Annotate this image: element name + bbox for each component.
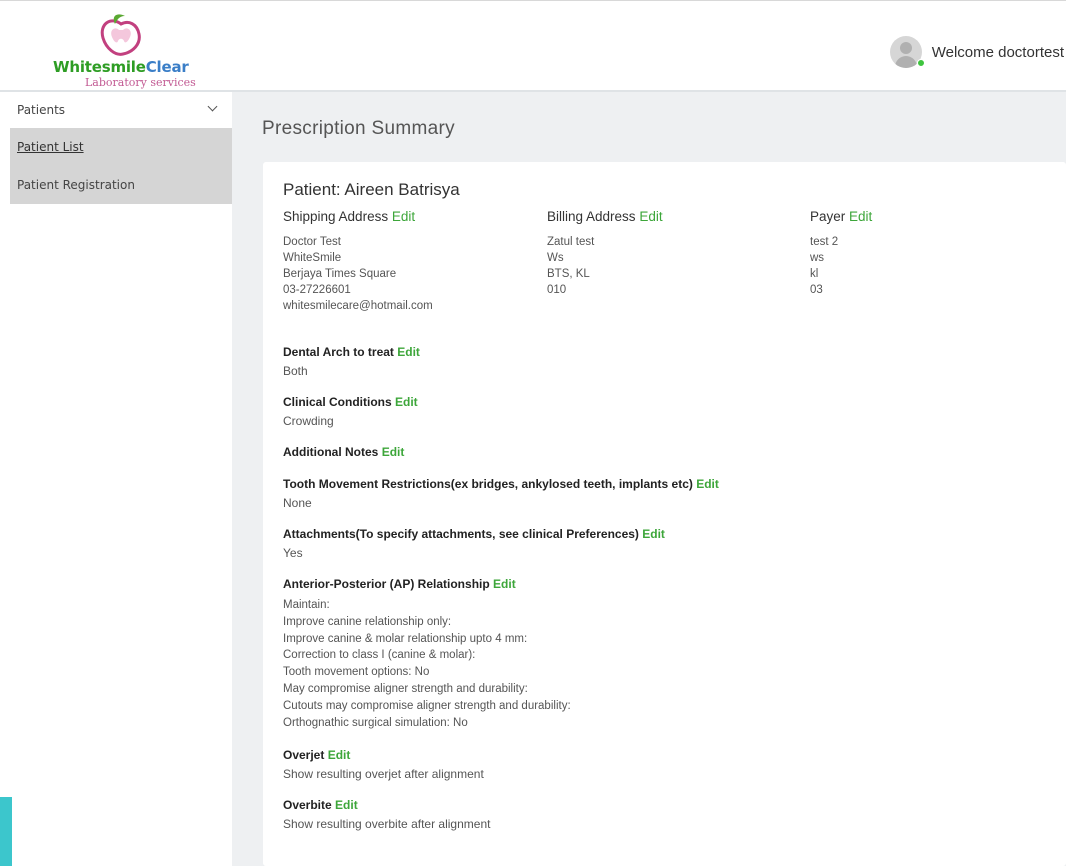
app-header: WhitesmileClear Laboratory services Welc…	[0, 8, 1066, 92]
sidebar-group-label: Patients	[17, 103, 66, 117]
address-line: BTS, KL	[547, 268, 590, 280]
ap-option-line: Cutouts may compromise aligner strength …	[283, 699, 571, 712]
payer-heading: Payer Edit	[810, 209, 873, 224]
address-line: whitesmilecare@hotmail.com	[283, 300, 433, 312]
ap-option-line: Tooth movement options: No	[283, 666, 430, 679]
address-line: 010	[547, 284, 567, 296]
section-value: Crowding	[283, 414, 334, 428]
accent-tab[interactable]	[0, 797, 12, 866]
address-line: test 2	[810, 236, 839, 248]
edit-payer-link[interactable]: Edit	[849, 209, 872, 224]
section-title: Overjet Edit	[283, 748, 351, 762]
address-line: ws	[810, 252, 825, 264]
welcome-text: Welcome doctortest	[931, 43, 1064, 61]
section-title: Attachments(To specify attachments, see …	[283, 527, 665, 541]
shipping-address-heading: Shipping Address Edit	[283, 209, 416, 224]
edit-billing-link[interactable]: Edit	[639, 209, 662, 224]
section-overjet: Overjet Edit Show resulting overjet afte…	[283, 745, 1053, 795]
section-title: Overbite Edit	[283, 798, 358, 812]
edit-clinical-conditions-link[interactable]: Edit	[395, 395, 418, 409]
sidebar-item-patient-registration[interactable]: Patient Registration	[10, 166, 232, 204]
ap-option-line: Orthognathic surgical simulation: No	[283, 716, 468, 729]
address-line: Berjaya Times Square	[283, 268, 397, 280]
address-line: kl	[810, 268, 819, 280]
chevron-down-icon	[208, 105, 218, 115]
edit-attachments-link[interactable]: Edit	[642, 527, 665, 541]
card-content: Patient: Aireen Batrisya Shipping Addres…	[283, 180, 1053, 845]
user-menu[interactable]: Welcome doctortest	[889, 34, 1064, 70]
sidebar: Patients Patient List Patient Registrati…	[10, 92, 232, 866]
sidebar-group-patients[interactable]: Patients	[10, 92, 232, 128]
address-line: 03-27226601	[283, 284, 351, 296]
payer-address: Payer Edit test 2 ws kl 03	[810, 204, 1060, 298]
top-border	[0, 0, 1066, 8]
section-clinical-conditions: Clinical Conditions Edit Crowding	[283, 392, 1053, 442]
avatar-body	[894, 56, 917, 68]
edit-dental-arch-link[interactable]: Edit	[397, 345, 420, 359]
section-value: Show resulting overjet after alignment	[283, 767, 484, 781]
section-tooth-movement-restrictions: Tooth Movement Restrictions(ex bridges, …	[283, 474, 1053, 524]
section-title: Clinical Conditions Edit	[283, 395, 418, 409]
section-title: Anterior-Posterior (AP) Relationship Edi…	[283, 577, 516, 591]
section-ap-relationship: Anterior-Posterior (AP) Relationship Edi…	[283, 574, 1053, 745]
section-attachments: Attachments(To specify attachments, see …	[283, 524, 1053, 574]
section-value: None	[283, 496, 312, 510]
section-additional-notes: Additional Notes Edit	[283, 442, 1053, 474]
section-value: Yes	[283, 546, 303, 560]
section-title: Tooth Movement Restrictions(ex bridges, …	[283, 477, 719, 491]
address-row: Shipping Address Edit Doctor Test WhiteS…	[283, 204, 1053, 342]
ap-option-line: May compromise aligner strength and dura…	[283, 682, 528, 695]
brand-name: WhitesmileClear	[53, 58, 189, 76]
edit-additional-notes-link[interactable]: Edit	[382, 445, 405, 459]
patient-name: Patient: Aireen Batrisya	[283, 180, 460, 199]
section-value: Show resulting overbite after alignment	[283, 817, 491, 831]
sidebar-item-patient-list[interactable]: Patient List	[10, 128, 232, 166]
edit-ap-relationship-link[interactable]: Edit	[493, 577, 516, 591]
ap-option-line: Improve canine & molar relationship upto…	[283, 632, 528, 645]
section-value: Both	[283, 364, 308, 378]
main-content: Prescription Summary Patient: Aireen Bat…	[232, 92, 1066, 866]
brand-name-suffix: Clear	[145, 58, 189, 76]
online-status-icon	[916, 59, 925, 67]
brand-tagline: Laboratory services	[85, 76, 196, 89]
address-line: Zatul test	[547, 236, 595, 248]
shipping-address: Shipping Address Edit Doctor Test WhiteS…	[283, 204, 533, 314]
section-title: Dental Arch to treat Edit	[283, 345, 420, 359]
edit-overbite-link[interactable]: Edit	[335, 798, 358, 812]
edit-shipping-link[interactable]: Edit	[392, 209, 415, 224]
address-line: WhiteSmile	[283, 252, 342, 264]
prescription-card: Patient: Aireen Batrisya Shipping Addres…	[263, 162, 1066, 866]
billing-address: Billing Address Edit Zatul test Ws BTS, …	[547, 204, 797, 298]
edit-overjet-link[interactable]: Edit	[328, 748, 351, 762]
tooth-leaf-logo-icon	[100, 14, 141, 56]
address-line: Doctor Test	[283, 236, 341, 248]
ap-option-line: Maintain:	[283, 599, 330, 611]
sidebar-item-label: Patient Registration	[17, 178, 135, 192]
section-overbite: Overbite Edit Show resulting overbite af…	[283, 795, 1053, 845]
edit-tooth-movement-link[interactable]: Edit	[696, 477, 719, 491]
avatar-head	[899, 42, 912, 54]
brand-logo[interactable]: WhitesmileClear Laboratory services	[45, 14, 205, 94]
page-title: Prescription Summary	[262, 118, 455, 139]
ap-option-line: Correction to class I (canine & molar):	[283, 649, 476, 662]
address-line: Ws	[547, 252, 564, 264]
ap-option-line: Improve canine relationship only:	[283, 615, 452, 628]
section-dental-arch: Dental Arch to treat Edit Both	[283, 342, 1053, 392]
sidebar-item-label: Patient List	[17, 140, 84, 154]
section-title: Additional Notes Edit	[283, 445, 405, 459]
billing-address-heading: Billing Address Edit	[547, 209, 663, 224]
address-line: 03	[810, 284, 823, 296]
